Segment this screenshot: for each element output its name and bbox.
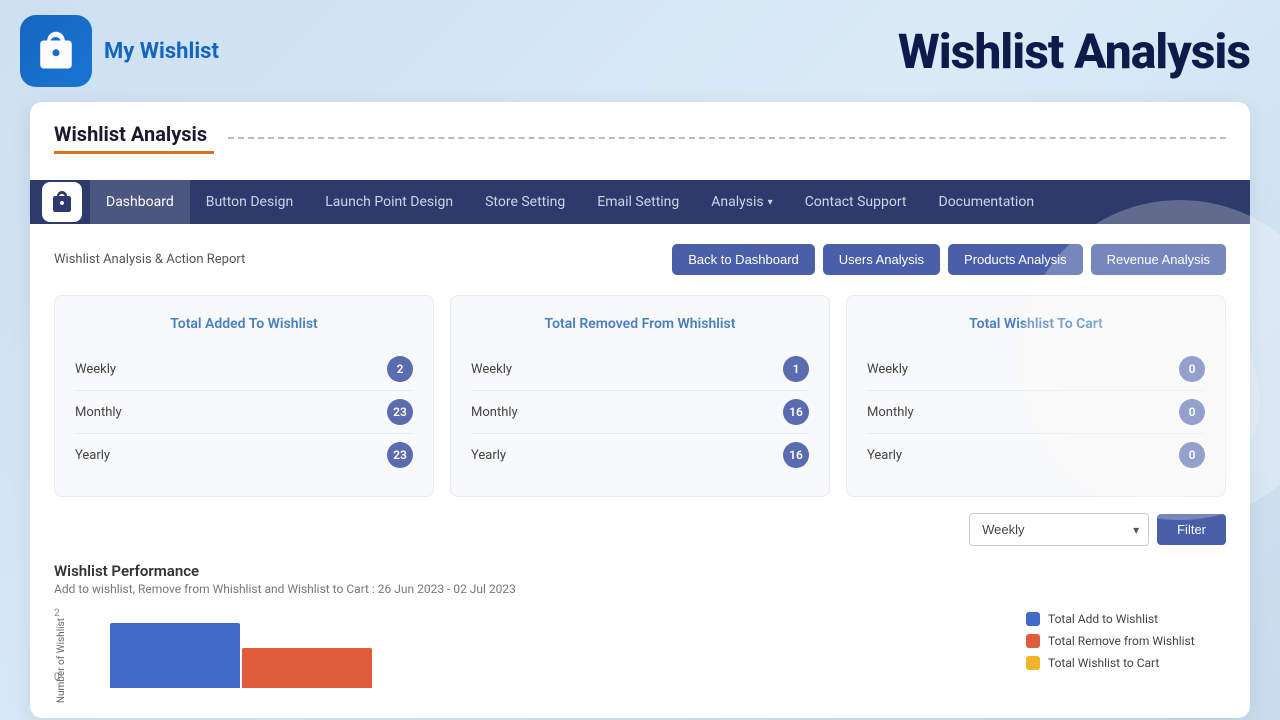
bar-add-wishlist <box>110 623 240 688</box>
stat-row-yearly-removed: Yearly 16 <box>471 434 809 476</box>
stat-label-yearly-removed: Yearly <box>471 448 506 463</box>
chart-bars <box>90 608 1010 688</box>
stat-badge-yearly-removed: 16 <box>783 442 809 468</box>
section-report-label: Wishlist Analysis & Action Report <box>54 252 245 267</box>
main-card: Wishlist Analysis Dashboard Button Desig… <box>30 102 1250 718</box>
card-title-group: Wishlist Analysis <box>54 122 214 154</box>
chart-subtitle: Add to wishlist, Remove from Whishlist a… <box>54 582 1226 596</box>
stat-card-cart-title: Total Wishlist To Cart <box>867 316 1205 332</box>
filter-select-wrapper: Weekly Monthly Yearly <box>969 513 1149 546</box>
stat-card-removed: Total Removed From Whishlist Weekly 1 Mo… <box>450 295 830 497</box>
main-page-title: Wishlist Analysis <box>898 23 1250 80</box>
legend-dot-yellow <box>1026 656 1040 670</box>
chart-legend: Total Add to Wishlist Total Remove from … <box>1026 608 1226 670</box>
stat-row-weekly-added: Weekly 2 <box>75 348 413 391</box>
nav-item-dashboard[interactable]: Dashboard <box>90 180 190 224</box>
title-underline <box>54 151 214 154</box>
legend-item-blue: Total Add to Wishlist <box>1026 612 1226 626</box>
legend-item-yellow: Total Wishlist to Cart <box>1026 656 1226 670</box>
logo-area: My Wishlist <box>20 15 219 87</box>
legend-label-yellow: Total Wishlist to Cart <box>1048 656 1159 670</box>
back-to-dashboard-button[interactable]: Back to Dashboard <box>672 244 815 275</box>
stat-card-cart: Total Wishlist To Cart Weekly 0 Monthly … <box>846 295 1226 497</box>
stat-card-removed-title: Total Removed From Whishlist <box>471 316 809 332</box>
filter-row: Weekly Monthly Yearly Filter <box>30 513 1250 562</box>
stat-card-added-title: Total Added To Wishlist <box>75 316 413 332</box>
stat-card-added: Total Added To Wishlist Weekly 2 Monthly… <box>54 295 434 497</box>
stat-label-weekly-removed: Weekly <box>471 362 512 377</box>
stat-badge-monthly-cart: 0 <box>1179 399 1205 425</box>
nav-item-documentation[interactable]: Documentation <box>923 180 1051 224</box>
bar-remove-wishlist <box>242 648 372 688</box>
stat-badge-yearly-cart: 0 <box>1179 442 1205 468</box>
nav-item-analysis[interactable]: Analysis ▾ <box>695 180 788 224</box>
legend-dot-blue <box>1026 612 1040 626</box>
chart-title: Wishlist Performance <box>54 562 1226 580</box>
nav-item-email-setting[interactable]: Email Setting <box>581 180 695 224</box>
y-axis-label: Number of Wishlist <box>56 618 67 703</box>
chart-section: Wishlist Performance Add to wishlist, Re… <box>30 562 1250 698</box>
stat-label-weekly-cart: Weekly <box>867 362 908 377</box>
nav-item-store-setting[interactable]: Store Setting <box>469 180 581 224</box>
nav-item-button-design[interactable]: Button Design <box>190 180 310 224</box>
legend-dot-red <box>1026 634 1040 648</box>
top-header: My Wishlist Wishlist Analysis <box>0 0 1280 102</box>
stat-badge-yearly-added: 23 <box>387 442 413 468</box>
stat-label-yearly-added: Yearly <box>75 448 110 463</box>
legend-label-blue: Total Add to Wishlist <box>1048 612 1158 626</box>
chart-graph: 2 0 Number of Wishlist <box>54 608 1010 698</box>
stat-badge-monthly-added: 23 <box>387 399 413 425</box>
revenue-analysis-button[interactable]: Revenue Analysis <box>1091 244 1226 275</box>
section-header: Wishlist Analysis & Action Report Back t… <box>30 224 1250 295</box>
stat-badge-weekly-added: 2 <box>387 356 413 382</box>
stat-row-weekly-cart: Weekly 0 <box>867 348 1205 391</box>
app-name: My Wishlist <box>104 39 219 64</box>
stat-label-monthly-removed: Monthly <box>471 405 518 420</box>
stat-label-monthly-cart: Monthly <box>867 405 914 420</box>
users-analysis-button[interactable]: Users Analysis <box>823 244 940 275</box>
stats-row: Total Added To Wishlist Weekly 2 Monthly… <box>30 295 1250 497</box>
chart-area: 2 0 Number of Wishlist Total Add to Wish… <box>54 608 1226 698</box>
stat-badge-monthly-removed: 16 <box>783 399 809 425</box>
stat-row-monthly-cart: Monthly 0 <box>867 391 1205 434</box>
nav-items: Dashboard Button Design Launch Point Des… <box>90 180 1050 224</box>
nav-item-contact-support[interactable]: Contact Support <box>789 180 923 224</box>
products-analysis-button[interactable]: Products Analysis <box>948 244 1083 275</box>
stat-row-monthly-added: Monthly 23 <box>75 391 413 434</box>
nav-logo-icon <box>42 182 82 222</box>
stat-badge-weekly-cart: 0 <box>1179 356 1205 382</box>
action-buttons: Back to Dashboard Users Analysis Product… <box>672 244 1226 275</box>
analysis-dropdown-arrow: ▾ <box>768 197 773 208</box>
legend-item-red: Total Remove from Wishlist <box>1026 634 1226 648</box>
stat-row-monthly-removed: Monthly 16 <box>471 391 809 434</box>
nav-item-launch-point[interactable]: Launch Point Design <box>309 180 469 224</box>
stat-badge-weekly-removed: 1 <box>783 356 809 382</box>
header-dashes <box>228 137 1226 139</box>
stat-row-yearly-cart: Yearly 0 <box>867 434 1205 476</box>
stat-label-yearly-cart: Yearly <box>867 448 902 463</box>
stat-row-yearly-added: Yearly 23 <box>75 434 413 476</box>
card-title: Wishlist Analysis <box>54 122 214 146</box>
stat-label-monthly-added: Monthly <box>75 405 122 420</box>
app-logo <box>20 15 92 87</box>
legend-label-red: Total Remove from Wishlist <box>1048 634 1195 648</box>
nav-bar: Dashboard Button Design Launch Point Des… <box>30 180 1250 224</box>
stat-label-weekly-added: Weekly <box>75 362 116 377</box>
stat-row-weekly-removed: Weekly 1 <box>471 348 809 391</box>
period-filter-select[interactable]: Weekly Monthly Yearly <box>969 513 1149 546</box>
filter-button[interactable]: Filter <box>1157 514 1226 545</box>
card-header-row: Wishlist Analysis <box>30 102 1250 164</box>
